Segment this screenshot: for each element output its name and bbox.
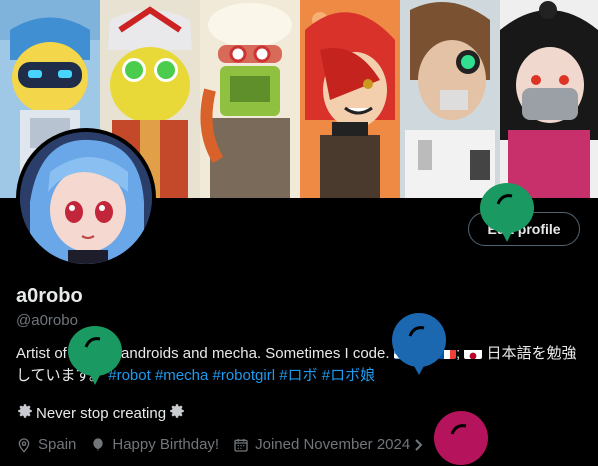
location-pin-icon [18,437,30,453]
balloon-icon [93,437,104,451]
location-item: Spain [16,436,76,453]
hashtag-link[interactable]: #ロボ [279,367,317,384]
banner-panel-3 [200,0,300,198]
joined-item: Joined November 2024 [233,436,424,453]
balloon-icon [480,183,534,242]
japan-flag-icon [464,347,483,359]
banner-panel-5 [400,0,500,198]
profile-meta: Spain Happy Birthday! Joined November 20… [16,436,438,453]
gear-icon [168,402,186,424]
calendar-icon [234,438,248,452]
hashtag-link[interactable]: #robotgirl [213,367,276,384]
location-text: Spain [38,436,77,453]
banner-panel-4 [300,0,400,198]
balloon-icon [434,411,488,465]
profile-motto: Never stop creating [16,402,186,424]
motto-text: Never stop creating [36,404,167,422]
joined-text: Joined November 2024 [255,436,411,453]
birthday-text: Happy Birthday! [112,436,220,453]
balloon-icon [68,326,122,385]
birthday-item: Happy Birthday! [90,436,219,453]
balloon-icon [392,313,446,375]
avatar [20,132,152,264]
profile-name: a0robo [16,285,83,307]
hashtag-link[interactable]: #mecha [155,367,208,384]
hashtag-link[interactable]: #ロボ娘 [322,367,375,384]
gear-icon [16,402,34,424]
chevron-right-icon[interactable] [414,438,424,452]
profile-avatar[interactable] [16,128,156,268]
banner-panel-6 [500,0,598,198]
